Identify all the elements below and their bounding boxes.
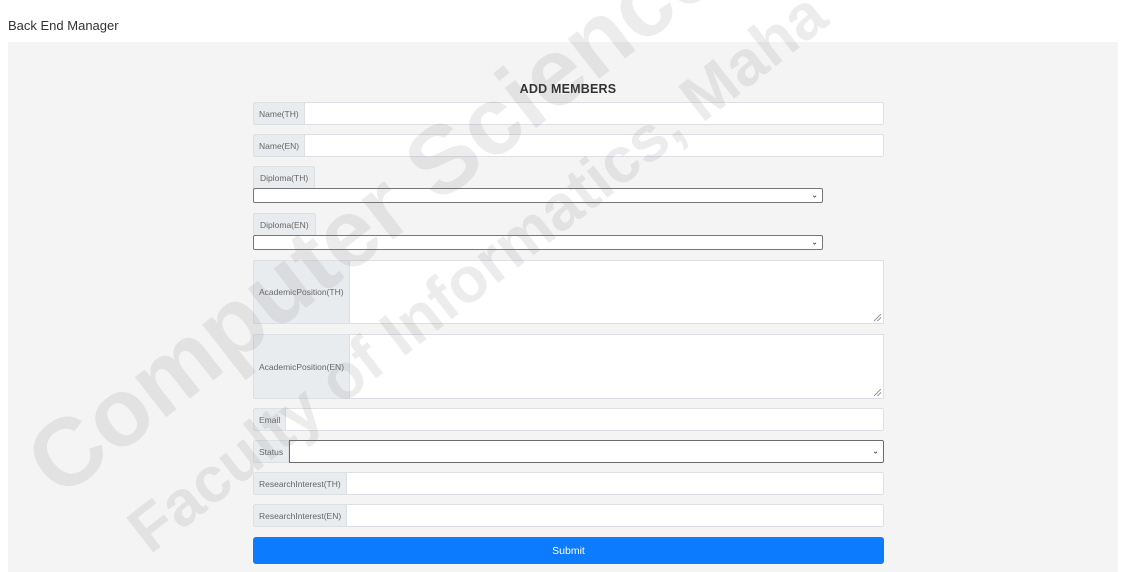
chevron-down-icon: ⌄ [872,446,879,456]
form-title: ADD MEMBERS [519,82,617,96]
name-th-input[interactable] [304,102,884,125]
diploma-en-label: Diploma(EN) [253,213,316,235]
resize-handle-icon[interactable] [874,389,881,396]
diploma-th-select[interactable]: ⌄ [253,188,823,203]
research-th-group: ResearchInterest(TH) [253,472,884,495]
academic-en-label: AcademicPosition(EN) [253,334,351,399]
academic-th-group: AcademicPosition(TH) [253,260,884,324]
academic-en-textarea[interactable] [350,334,884,399]
submit-button[interactable]: Submit [253,537,884,564]
email-group: Email [253,408,884,431]
resize-handle-icon[interactable] [874,314,881,321]
diploma-en-select[interactable]: ⌄ [253,235,823,250]
name-en-label: Name(EN) [253,134,306,157]
status-group: Status ⌄ [253,440,884,463]
email-input[interactable] [286,408,884,431]
chevron-down-icon: ⌄ [811,190,818,200]
name-en-input[interactable] [305,134,884,157]
app-brand[interactable]: Back End Manager [8,18,119,33]
status-select[interactable]: ⌄ [289,440,884,463]
diploma-th-label: Diploma(TH) [253,166,316,188]
academic-th-label: AcademicPosition(TH) [253,260,350,324]
academic-th-textarea[interactable] [349,260,884,324]
email-label: Email [253,408,287,431]
research-en-label: ResearchInterest(EN) [253,504,348,527]
chevron-down-icon: ⌄ [811,237,818,247]
name-th-label: Name(TH) [253,102,305,125]
research-en-group: ResearchInterest(EN) [253,504,884,527]
name-en-group: Name(EN) [253,134,884,157]
research-en-input[interactable] [347,504,884,527]
academic-en-group: AcademicPosition(EN) [253,334,884,399]
status-label: Status [253,440,290,463]
research-th-input[interactable] [346,472,884,495]
name-th-group: Name(TH) [253,102,884,125]
research-th-label: ResearchInterest(TH) [253,472,347,495]
